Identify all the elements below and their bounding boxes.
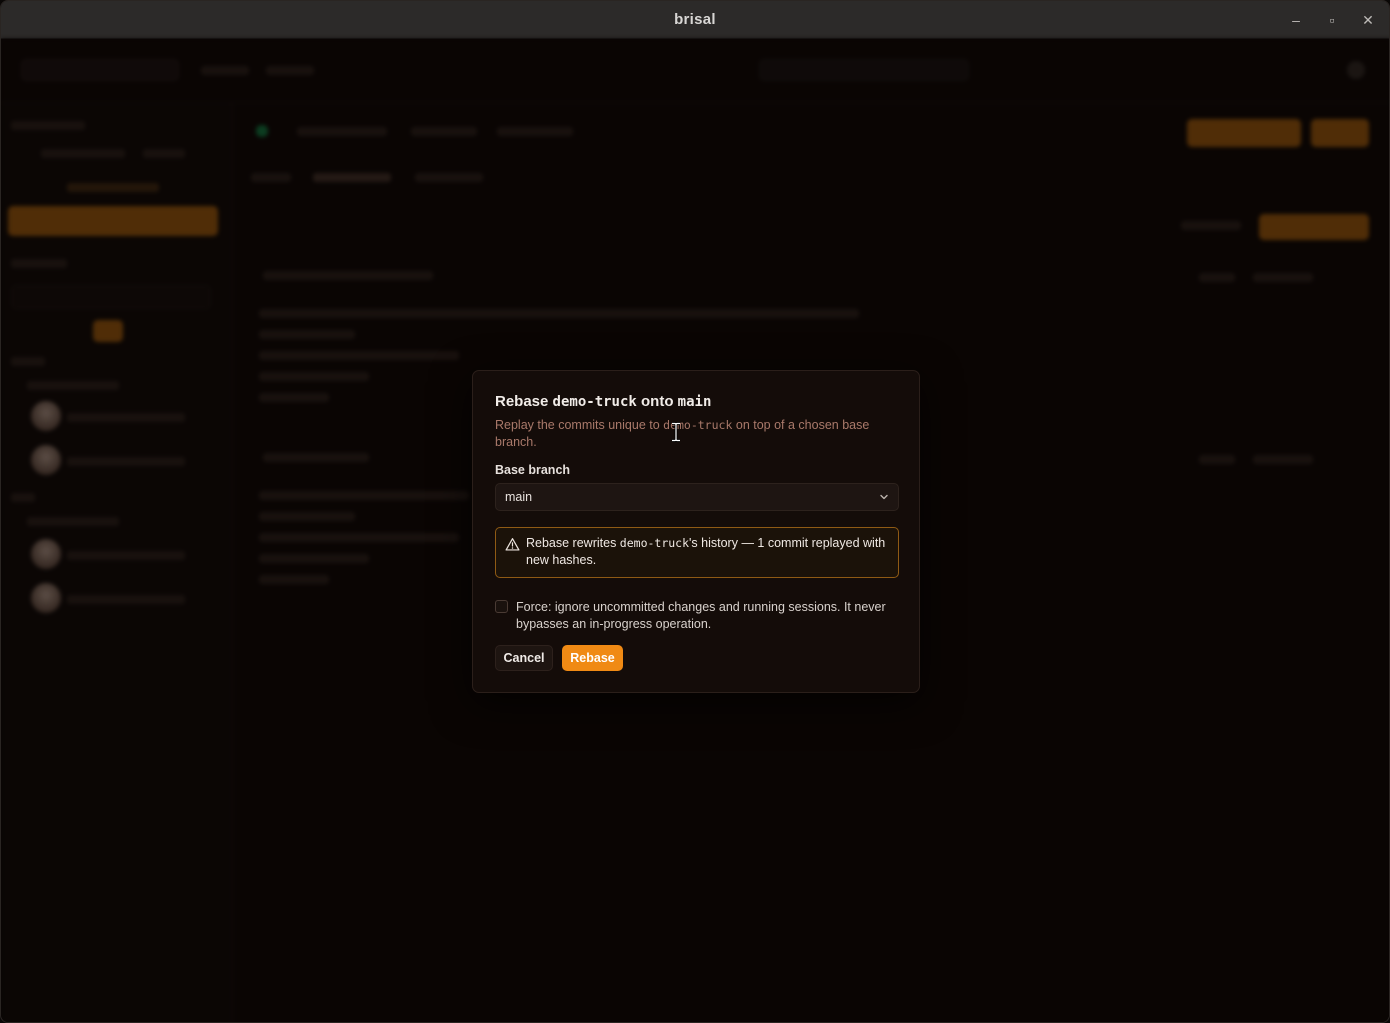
text-cursor-icon [672,422,680,442]
rebase-dialog: Rebase demo-truck onto main Replay the c… [472,370,920,693]
title-target-branch: main [677,394,712,410]
base-branch-label: Base branch [495,463,571,477]
title-branch: demo-truck [552,394,637,410]
app-window: brisal – ▫ ✕ Rebase demo-truck onto main… [0,0,1390,1023]
title-text: onto [636,393,678,410]
warning-triangle-icon [505,538,520,551]
force-label[interactable]: Force: ignore uncommitted changes and ru… [516,599,901,633]
dialog-title: Rebase demo-truck onto main [495,393,711,410]
rewrite-warning: Rebase rewrites demo-truck's history — 1… [495,527,899,578]
base-branch-value: main [505,490,533,504]
chevron-down-icon [880,494,888,500]
close-icon[interactable]: ✕ [1361,13,1375,27]
warning-branch: demo-truck [619,536,690,550]
title-text: Rebase [495,393,553,410]
cancel-button[interactable]: Cancel [495,645,553,671]
window-controls: – ▫ ✕ [1289,1,1375,39]
window-title: brisal [674,11,716,28]
rebase-button[interactable]: Rebase [562,645,623,671]
dialog-description: Replay the commits unique to demo-truck … [495,417,885,451]
title-bar[interactable]: brisal – ▫ ✕ [1,1,1389,39]
maximize-icon[interactable]: ▫ [1325,13,1339,27]
force-checkbox[interactable] [495,600,508,613]
warning-text: Rebase rewrites demo-truck's history — 1… [526,535,891,569]
base-branch-select[interactable]: main [495,483,899,511]
description-text: Replay the commits unique to [495,418,664,432]
warning-text-part: Rebase rewrites [526,536,620,550]
minimize-icon[interactable]: – [1289,13,1303,27]
